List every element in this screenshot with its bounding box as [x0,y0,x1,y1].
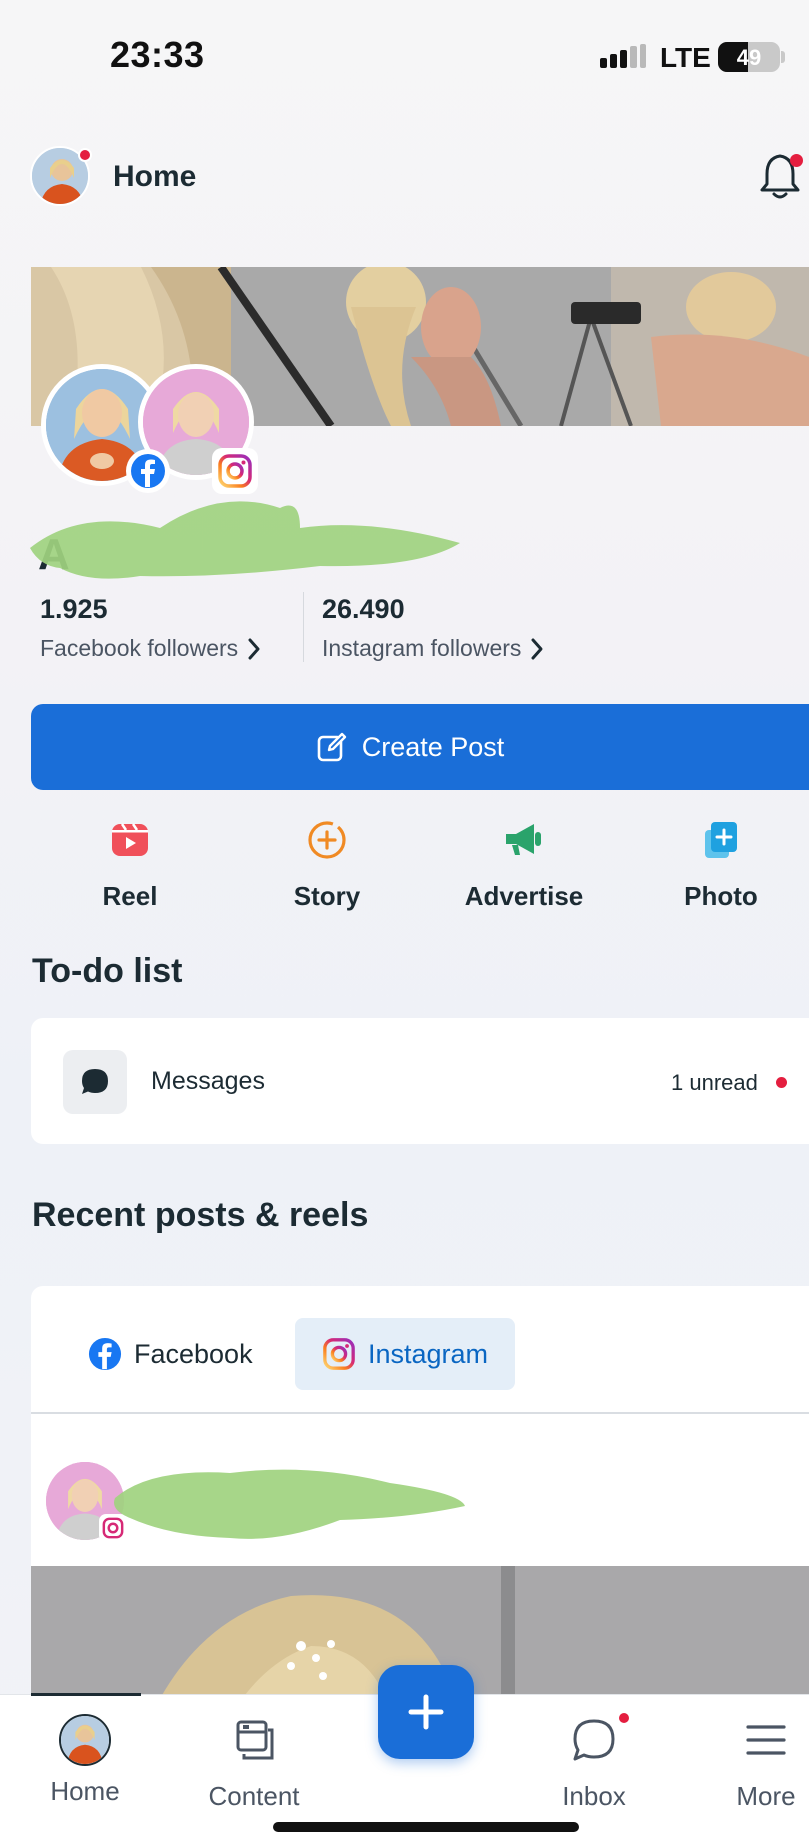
photo-add-icon [705,822,737,858]
todo-section-title: To-do list [32,952,183,990]
reel-icon [112,823,148,856]
inbox-chat-icon [573,1719,615,1761]
battery-level: 49 [736,45,762,70]
edit-icon [317,732,346,762]
create-fab-button[interactable] [378,1665,474,1759]
story-add-icon [308,821,346,859]
nav-more-label: More [736,1781,796,1811]
instagram-icon [323,1338,355,1370]
facebook-followers-label: Facebook followers [40,635,239,661]
facebook-icon [131,454,165,488]
tab-facebook-label: Facebook [134,1338,253,1369]
active-tab-indicator [31,1693,141,1696]
nav-inbox[interactable]: Inbox [529,1714,659,1812]
reel-label: Reel [102,881,158,911]
nav-content[interactable]: Content [189,1714,319,1812]
instagram-icon [218,454,252,488]
facebook-followers-count: 1.925 [40,594,108,624]
instagram-followers-link[interactable]: Instagram followers [322,635,545,662]
recent-posts-title: Recent posts & reels [32,1196,369,1234]
advertise-action[interactable]: Advertise [454,818,594,912]
story-label: Story [293,881,361,911]
battery-tip [781,51,785,63]
messages-icon-box [63,1050,127,1114]
nav-inbox-label: Inbox [562,1781,626,1811]
messages-unread-count: 1 unread [671,1070,758,1095]
signal-icon [600,44,646,68]
megaphone-icon [506,824,541,855]
chevron-right-icon [531,638,543,659]
tabs-divider [31,1412,809,1414]
instagram-followers-count: 26.490 [322,594,405,624]
facebook-followers-link[interactable]: Facebook followers [40,635,262,662]
tab-instagram-label: Instagram [367,1338,489,1369]
advertise-label: Advertise [464,881,584,911]
nav-home[interactable]: Home [20,1714,150,1807]
page-title: Home [113,160,197,193]
photo-action[interactable]: Photo [651,818,791,912]
avatar-notification-dot [78,148,92,162]
inbox-notification-dot [619,1713,629,1723]
create-post-label: Create Post [361,731,505,762]
avatar-icon [59,1714,111,1766]
battery-icon: 49 [718,42,780,72]
redaction-scribble [30,501,460,579]
redaction-scribble [114,1469,465,1539]
home-indicator-bar [273,1822,579,1832]
nav-content-label: Content [208,1781,300,1811]
story-action[interactable]: Story [257,818,397,912]
reel-action[interactable]: Reel [60,818,200,912]
unread-dot [776,1077,787,1088]
tab-instagram[interactable]: Instagram [295,1318,515,1390]
status-time: 23:33 [110,34,205,75]
chevron-right-icon [248,638,260,659]
content-icon [236,1720,274,1760]
messages-label: Messages [151,1067,265,1095]
instagram-followers-label: Instagram followers [322,635,522,661]
chat-bubble-icon [82,1069,108,1094]
plus-icon [408,1694,444,1730]
hamburger-icon [746,1725,786,1755]
create-post-button[interactable]: Create Post [31,704,809,790]
nav-more[interactable]: More [701,1714,809,1812]
stats-divider [303,592,304,662]
bell-notification-dot [790,154,803,167]
facebook-icon [88,1337,122,1371]
network-label: LTE [660,42,711,73]
tab-facebook[interactable]: Facebook [70,1318,271,1390]
photo-label: Photo [684,881,758,911]
nav-home-label: Home [50,1776,120,1806]
facebook-badge [126,449,170,493]
